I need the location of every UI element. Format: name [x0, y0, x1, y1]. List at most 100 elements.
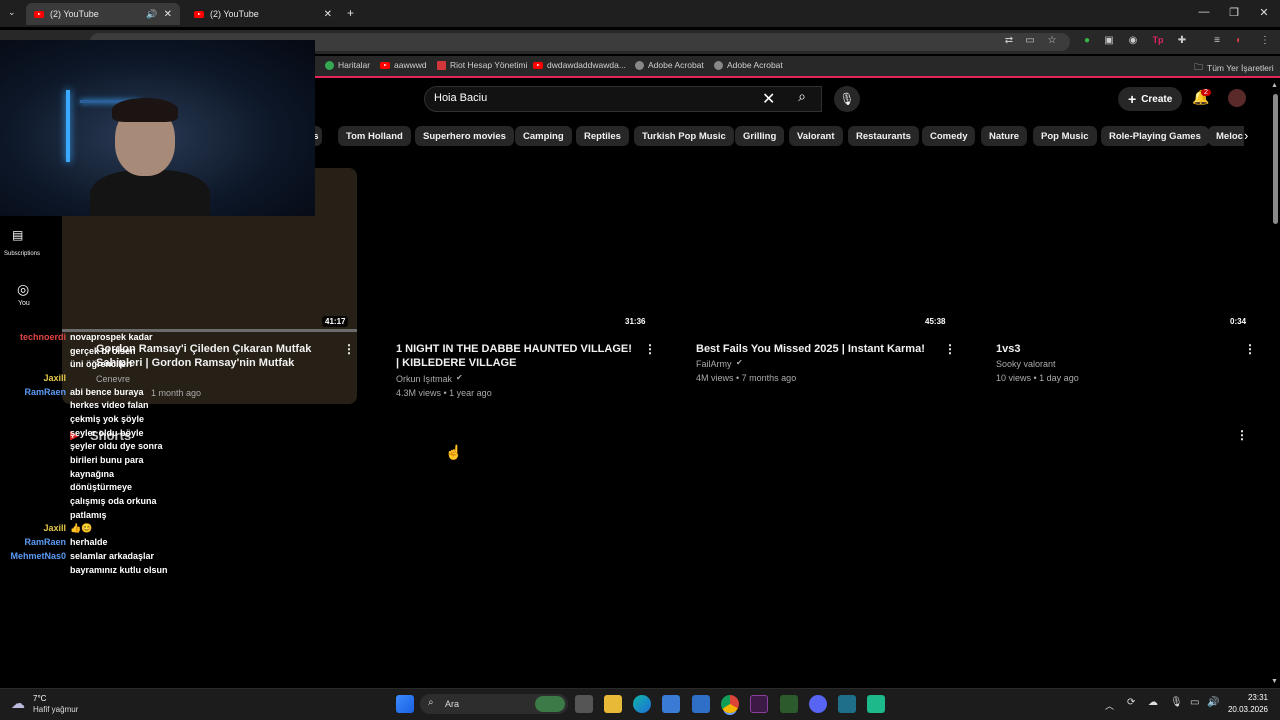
video-channel[interactable]: Sooky valorant	[996, 359, 1056, 369]
extension-icon[interactable]: ◉	[1126, 35, 1140, 49]
chip[interactable]: Pop Music	[1033, 126, 1097, 146]
tab-search-icon[interactable]: ⌄	[8, 7, 16, 18]
clock-time[interactable]: 23:31	[1228, 693, 1268, 702]
app-icon[interactable]	[838, 695, 856, 713]
bookmark-item[interactable]: Haritalar	[325, 60, 370, 70]
chip[interactable]: Superhero movies	[415, 126, 514, 146]
minecraft-icon[interactable]	[780, 695, 798, 713]
close-icon[interactable]: ✕	[324, 9, 332, 20]
file-explorer-icon[interactable]	[604, 695, 622, 713]
chat-text: dönüştürmeye	[70, 482, 133, 493]
clear-search-icon[interactable]: ✕	[762, 89, 775, 109]
sidebar-item-subscriptions[interactable]: Subscriptions	[4, 251, 40, 257]
window-close-icon[interactable]: ✕	[1257, 6, 1271, 19]
puzzle-icon[interactable]: ✚	[1175, 35, 1189, 49]
bookmark-item[interactable]: dwdawdaddwawda...	[533, 60, 626, 70]
vegas-icon[interactable]	[750, 695, 768, 713]
chip[interactable]: Valorant	[789, 126, 843, 146]
chevron-right-icon[interactable]: ›	[1244, 128, 1248, 143]
translate-icon[interactable]: ⇄	[1002, 35, 1016, 49]
extension-tp-icon[interactable]: Tp	[1151, 35, 1165, 49]
chip[interactable]: Tom Holland	[338, 126, 411, 146]
video-channel[interactable]: FailArmy	[696, 359, 732, 369]
extension-icon[interactable]: ▣	[1102, 35, 1116, 49]
clock-date[interactable]: 20.03.2026	[1224, 705, 1268, 714]
chip[interactable]: Reptiles	[576, 126, 629, 146]
chat-text: birileri bunu para	[70, 455, 144, 466]
video-title[interactable]: Best Fails You Missed 2025 | Instant Kar…	[696, 342, 936, 356]
weather-description[interactable]: Hafif yağmur	[33, 705, 78, 714]
discord-icon[interactable]	[809, 695, 827, 713]
tray-display-icon[interactable]: ▭	[1190, 697, 1199, 708]
video-thumbnail[interactable]	[693, 168, 951, 334]
create-button[interactable]: + Create	[1118, 87, 1183, 111]
search-input[interactable]: Hoia Baciu	[434, 92, 487, 104]
chat-message: MehmetNas0 selamlar arkadaşlar	[4, 549, 204, 563]
store-icon[interactable]	[662, 695, 680, 713]
reading-list-icon[interactable]: ≡	[1210, 35, 1224, 49]
scroll-up-icon[interactable]: ▲	[1271, 82, 1278, 89]
app-green-icon[interactable]	[867, 695, 885, 713]
tray-mic-icon[interactable]: 🎙	[1170, 697, 1183, 708]
more-vert-icon[interactable]: ⋮	[343, 342, 355, 356]
tray-cloud-icon[interactable]: ☁	[1148, 697, 1158, 708]
tab-youtube-1[interactable]: (2) YouTube 🔊 ✕	[26, 3, 180, 25]
tab-youtube-2[interactable]: (2) YouTube ✕	[186, 3, 340, 25]
chip-label: Role-Playing Games	[1109, 130, 1201, 142]
video-channel[interactable]: Orkun Işıtmak	[396, 374, 452, 384]
more-vert-icon[interactable]: ⋮	[944, 342, 956, 356]
bookmark-star-icon[interactable]: ☆	[1045, 35, 1059, 49]
weather-cloud-icon[interactable]: ☁	[11, 695, 25, 712]
speaker-icon[interactable]: 🔊	[146, 9, 157, 20]
new-tab-icon[interactable]: +	[347, 6, 354, 20]
bookmark-item[interactable]: aawwwd	[380, 60, 427, 70]
chip[interactable]: Comedy	[922, 126, 976, 146]
avatar[interactable]	[1228, 89, 1246, 107]
minimize-icon[interactable]: —	[1197, 6, 1211, 18]
search-icon[interactable]: ⌕	[787, 88, 817, 110]
chip-label: Superhero movies	[423, 130, 506, 142]
bookmark-label: Adobe Acrobat	[648, 60, 704, 70]
restore-icon[interactable]: ❐	[1227, 6, 1241, 19]
more-vert-icon[interactable]: ⋮	[644, 342, 656, 356]
chip[interactable]: Turkish Pop Music	[634, 126, 734, 146]
you-icon[interactable]: ◎	[17, 281, 29, 298]
video-title[interactable]: 1vs3	[996, 342, 1236, 356]
tray-volume-icon[interactable]: 🔊	[1207, 697, 1219, 708]
menu-kebab-icon[interactable]: ⋮	[1258, 35, 1272, 49]
task-view-icon[interactable]	[575, 695, 593, 713]
bookmark-item[interactable]: Adobe Acrobat	[635, 60, 704, 70]
mail-icon[interactable]	[692, 695, 710, 713]
bookmark-item[interactable]: Riot Hesap Yönetimi	[437, 60, 527, 70]
sidebar-item-you[interactable]: You	[18, 300, 30, 307]
scroll-down-icon[interactable]: ▼	[1271, 678, 1278, 685]
extension-green-icon[interactable]: ●	[1080, 35, 1094, 49]
chip[interactable]: Nature	[981, 126, 1028, 146]
microphone-icon[interactable]: 🎙	[834, 86, 860, 112]
chip[interactable]: Restaurants	[848, 126, 919, 146]
profile-icon[interactable]: ◐	[1232, 35, 1246, 49]
more-vert-icon[interactable]: ⋮	[1244, 342, 1256, 356]
close-icon[interactable]: ✕	[164, 9, 172, 20]
video-thumbnail[interactable]	[993, 168, 1251, 334]
weather-temperature[interactable]: 7°C	[33, 694, 46, 703]
scrollbar-thumb[interactable]	[1273, 94, 1278, 224]
chrome-icon[interactable]	[721, 695, 739, 713]
verified-icon: ✔	[736, 358, 743, 367]
video-thumbnail[interactable]	[393, 168, 651, 334]
cast-icon[interactable]: ▭	[1023, 35, 1037, 49]
tray-chevron-up-icon[interactable]: ︿	[1105, 699, 1114, 712]
edge-icon[interactable]	[633, 695, 651, 713]
subscriptions-icon[interactable]: ▤	[12, 228, 23, 242]
bookmark-item[interactable]: Adobe Acrobat	[714, 60, 783, 70]
chip[interactable]: Role-Playing Games	[1101, 126, 1209, 146]
riot-icon	[437, 60, 446, 70]
windows-start-icon[interactable]	[396, 695, 414, 713]
all-bookmarks[interactable]: 🗀 Tüm Yer İşaretleri	[1194, 60, 1274, 76]
video-title[interactable]: 1 NIGHT IN THE DABBE HAUNTED VILLAGE! | …	[396, 342, 636, 370]
chip[interactable]: Camping	[515, 126, 572, 146]
shorts-more-icon[interactable]: ⋮	[1236, 428, 1248, 442]
chip[interactable]: Meloc	[1208, 126, 1244, 146]
tray-sync-icon[interactable]: ⟳	[1127, 697, 1135, 708]
chip[interactable]: Grilling	[735, 126, 785, 146]
